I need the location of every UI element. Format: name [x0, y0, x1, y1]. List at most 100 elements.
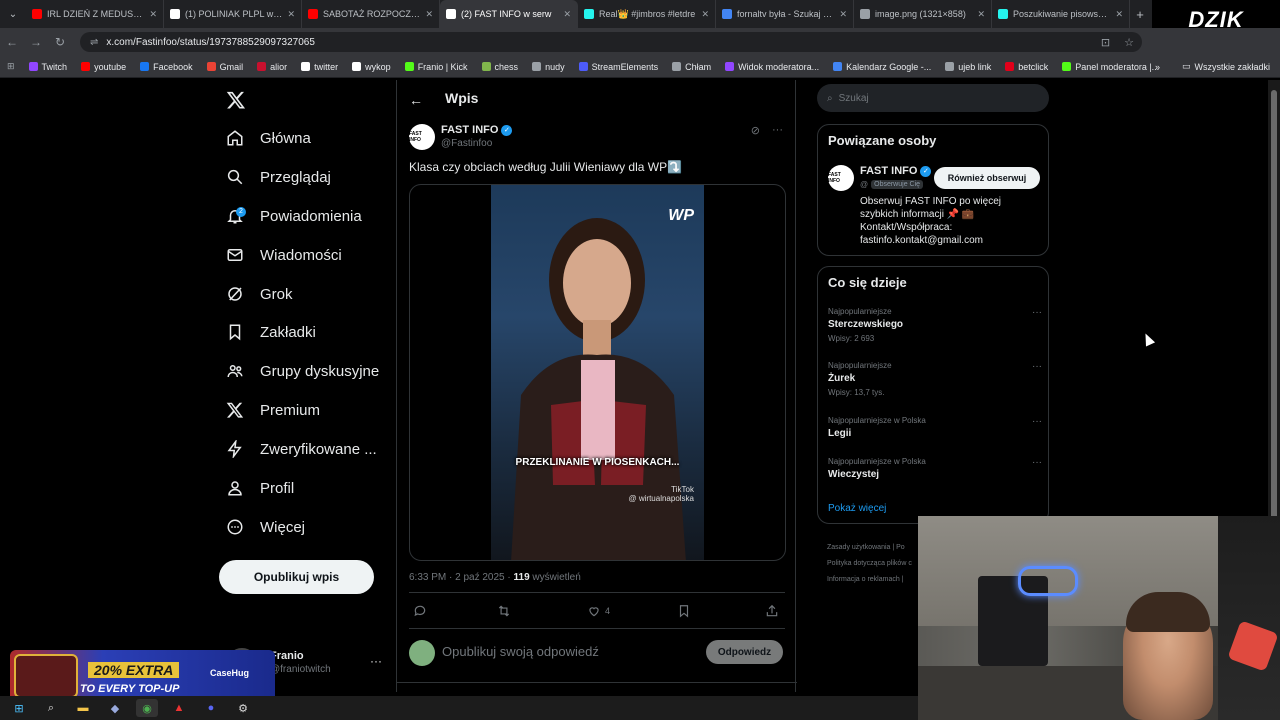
- bookmark-item[interactable]: Widok moderatora...: [718, 62, 826, 72]
- sidebar-item-grupy-dyskusyjne[interactable]: Grupy dyskusyjne: [226, 358, 379, 384]
- new-tab-button[interactable]: +: [1130, 7, 1150, 22]
- browser-tab[interactable]: (1) POLINIAK PLPL w serw ✕: [164, 0, 302, 28]
- video-player[interactable]: WP PRZEKLINANIE W PIOSENKACH... TikTok @…: [491, 185, 704, 560]
- follow-back-button[interactable]: Również obserwuj: [934, 167, 1040, 189]
- more-icon[interactable]: ···: [1032, 361, 1042, 372]
- search-input[interactable]: ⌕ Szukaj: [817, 84, 1049, 112]
- app-icon[interactable]: ▲: [168, 699, 190, 717]
- related-name-text[interactable]: FAST INFO: [860, 165, 917, 177]
- reply-action[interactable]: [413, 604, 427, 618]
- apps-icon[interactable]: ⊞: [0, 61, 22, 72]
- bookmark-item[interactable]: betclick: [998, 62, 1055, 72]
- sidebar-item-profil[interactable]: Profil: [226, 475, 294, 501]
- sidebar-item-zweryfikowane[interactable]: Zweryfikowane ...: [226, 436, 377, 462]
- bookmark-item[interactable]: youtube: [74, 62, 133, 72]
- url-text[interactable]: x.com/Fastinfoo/status/19737885290973270…: [106, 37, 315, 48]
- bookmark-item[interactable]: twitter: [294, 62, 345, 72]
- star-icon[interactable]: ☆: [1124, 36, 1134, 49]
- grok-icon[interactable]: ⊘: [751, 124, 760, 137]
- bookmark-item[interactable]: chess: [475, 62, 526, 72]
- tab-close-icon[interactable]: ✕: [701, 9, 709, 20]
- sidebar-item-zakładki[interactable]: Zakładki: [226, 319, 316, 345]
- tab-search-icon[interactable]: ⌄: [0, 0, 26, 28]
- reply-input[interactable]: Opublikuj swoją odpowiedź: [442, 644, 599, 659]
- sidebar-item-główna[interactable]: Główna: [226, 125, 311, 151]
- tab-close-icon[interactable]: ✕: [425, 9, 433, 20]
- bookmark-item[interactable]: Franio | Kick: [398, 62, 475, 72]
- bookmark-item[interactable]: wykop: [345, 62, 398, 72]
- sidebar-item-przeglądaj[interactable]: Przeglądaj: [226, 164, 331, 190]
- more-icon[interactable]: ···: [1032, 416, 1042, 427]
- more-icon[interactable]: ···: [772, 124, 783, 137]
- bookmark-item[interactable]: Facebook: [133, 62, 200, 72]
- tab-close-icon[interactable]: ✕: [287, 9, 295, 20]
- bookmark-action[interactable]: [677, 604, 691, 618]
- bookmark-item[interactable]: alior: [250, 62, 294, 72]
- settings-icon[interactable]: ⚙: [232, 699, 254, 717]
- file-explorer-icon[interactable]: ▬: [72, 699, 94, 717]
- bookmark-item[interactable]: Chłam: [665, 62, 718, 72]
- app-icon[interactable]: ◆: [104, 699, 126, 717]
- trend-item[interactable]: Najpopularniejsze w Polska Wieczystej ···: [828, 457, 1042, 480]
- back-icon[interactable]: ←: [0, 35, 24, 49]
- browser-tab[interactable]: Poszukiwanie pisowskieg ✕: [992, 0, 1130, 28]
- browser-tab[interactable]: (2) FAST INFO w serw ✕: [440, 0, 578, 28]
- post-button[interactable]: Opublikuj wpis: [219, 560, 374, 594]
- share-action[interactable]: [765, 604, 779, 618]
- show-more-link[interactable]: Pokaż więcej: [828, 503, 886, 514]
- reload-icon[interactable]: ↻: [48, 35, 72, 49]
- tab-close-icon[interactable]: ✕: [839, 9, 847, 20]
- post-media[interactable]: WP PRZEKLINANIE W PIOSENKACH... TikTok @…: [409, 184, 786, 561]
- author-handle[interactable]: @Fastinfoo: [441, 138, 492, 149]
- chrome-icon[interactable]: ◉: [136, 699, 158, 717]
- trend-item[interactable]: Najpopularniejsze w Polska Legii ···: [828, 416, 1042, 439]
- browser-tab[interactable]: IRL DZIEŃ Z MEDUSKAJ 2 ✕: [26, 0, 164, 28]
- all-bookmarks[interactable]: Wszystkie zakładki: [1194, 62, 1270, 72]
- related-name[interactable]: FAST INFO ✓: [860, 165, 932, 177]
- sidebar-item-wiadomości[interactable]: Wiadomości: [226, 242, 342, 268]
- bookmark-item[interactable]: Kalendarz Google -...: [826, 62, 938, 72]
- sidebar-item-premium[interactable]: Premium: [226, 397, 320, 423]
- x-logo-icon[interactable]: [226, 90, 246, 110]
- bookmark-item[interactable]: Gmail: [200, 62, 251, 72]
- tab-close-icon[interactable]: ✕: [977, 9, 985, 20]
- reply-button[interactable]: Odpowiedz: [706, 640, 783, 664]
- related-avatar[interactable]: FAST INFO: [828, 165, 854, 191]
- more-icon[interactable]: ···: [1032, 457, 1042, 468]
- browser-tab[interactable]: SABOTAŻ ROZPOCZĘTY! S ✕: [302, 0, 440, 28]
- bookmarks-overflow-icon[interactable]: »: [1155, 62, 1160, 72]
- author-avatar[interactable]: FAST INFO: [409, 124, 435, 150]
- author-name-text[interactable]: FAST INFO: [441, 124, 498, 136]
- footer-link[interactable]: Polityka dotycząca plików c: [827, 556, 919, 572]
- forward-icon[interactable]: →: [24, 35, 48, 49]
- browser-tab[interactable]: fornaltv była - Szukaj w G ✕: [716, 0, 854, 28]
- sidebar-item-więcej[interactable]: Więcej: [226, 514, 305, 540]
- tab-close-icon[interactable]: ✕: [149, 9, 157, 20]
- install-icon[interactable]: ⊡: [1101, 36, 1110, 49]
- site-info-icon[interactable]: ⇌: [90, 37, 98, 48]
- browser-tab[interactable]: image.png (1321×858) ✕: [854, 0, 992, 28]
- sidebar-item-grok[interactable]: Grok: [226, 281, 293, 307]
- sidebar-item-powiadomienia[interactable]: 2 Powiadomienia: [226, 203, 362, 229]
- browser-tab[interactable]: Real👑 #jimbros #letdre ✕: [578, 0, 716, 28]
- back-arrow-icon[interactable]: ←: [409, 92, 423, 108]
- discord-icon[interactable]: ●: [200, 699, 222, 717]
- address-bar[interactable]: ⇌ x.com/Fastinfoo/status/197378852909732…: [80, 32, 1142, 52]
- bookmark-item[interactable]: nudy: [525, 62, 572, 72]
- windows-start-icon[interactable]: ⊞: [8, 699, 30, 717]
- bookmark-item[interactable]: ujeb link: [938, 62, 998, 72]
- footer-link[interactable]: Informacja o reklamach |: [827, 572, 919, 588]
- related-bio-link[interactable]: fastinfo.kontakt@gmail.com: [860, 234, 1040, 247]
- bookmark-item[interactable]: StreamElements: [572, 62, 666, 72]
- tab-close-icon[interactable]: ✕: [1115, 9, 1123, 20]
- bookmark-item[interactable]: Panel moderatora |...: [1055, 62, 1166, 72]
- tab-close-icon[interactable]: ✕: [563, 9, 571, 20]
- footer-link[interactable]: Zasady użytkowania | Po: [827, 540, 919, 556]
- trend-item[interactable]: Najpopularniejsze Żurek Wpisy: 13,7 tys. ··…: [828, 361, 1042, 397]
- bookmark-item[interactable]: Twitch: [22, 62, 75, 72]
- trend-item[interactable]: Najpopularniejsze Sterczewskiego Wpisy: 2 …: [828, 307, 1042, 343]
- more-icon[interactable]: ···: [1032, 307, 1042, 318]
- repost-action[interactable]: [497, 604, 511, 618]
- more-icon[interactable]: ···: [370, 654, 382, 668]
- author-name[interactable]: FAST INFO ✓: [441, 124, 513, 136]
